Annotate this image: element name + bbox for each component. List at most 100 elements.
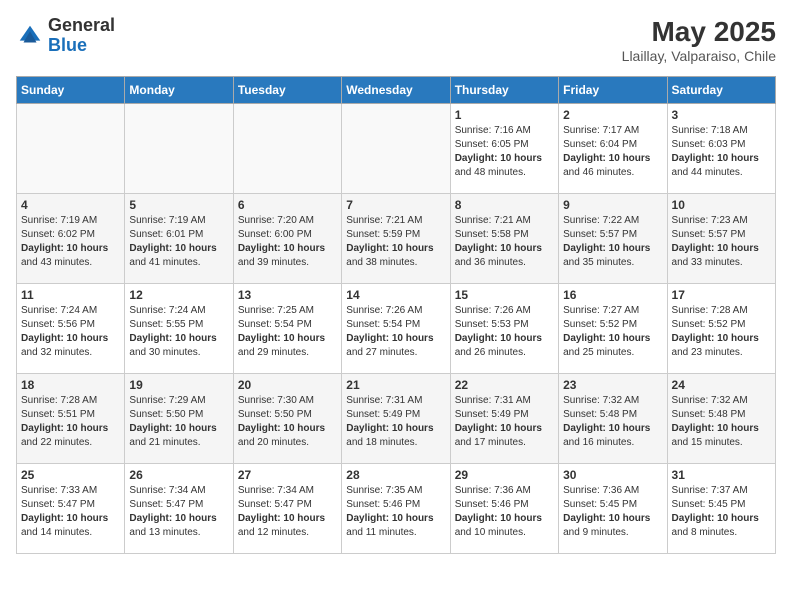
weekday-header-sunday: Sunday	[17, 77, 125, 104]
day-info: Sunrise: 7:33 AMSunset: 5:47 PMDaylight:…	[21, 484, 120, 540]
day-number: 11	[21, 288, 120, 302]
calendar-cell: 18Sunrise: 7:28 AMSunset: 5:51 PMDayligh…	[17, 374, 125, 464]
calendar-cell: 5 Sunrise: 7:19 AMSunset: 6:01 PMDaylight…	[125, 194, 233, 284]
calendar-cell	[233, 104, 341, 194]
day-info: Sunrise: 7:27 AMSunset: 5:52 PMDaylight:…	[563, 304, 662, 360]
calendar-cell: 16 Sunrise: 7:27 AMSunset: 5:52 PMDayligh…	[559, 284, 667, 374]
calendar-cell: 1 Sunrise: 7:16 AMSunset: 6:05 PMDaylight…	[450, 104, 558, 194]
calendar-cell: 11Sunrise: 7:24 AMSunset: 5:56 PMDayligh…	[17, 284, 125, 374]
day-number: 31	[672, 468, 771, 482]
title-block: May 2025 Llaillay, Valparaiso, Chile	[622, 16, 776, 64]
day-info: Sunrise: 7:19 AMSunset: 6:02 PMDaylight:…	[21, 214, 120, 270]
calendar-title: May 2025	[622, 16, 776, 48]
day-number: 20	[238, 378, 337, 392]
calendar-cell: 13 Sunrise: 7:25 AMSunset: 5:54 PMDayligh…	[233, 284, 341, 374]
calendar-cell: 24 Sunrise: 7:32 AMSunset: 5:48 PMDayligh…	[667, 374, 775, 464]
day-number: 22	[455, 378, 554, 392]
day-info: Sunrise: 7:24 AMSunset: 5:55 PMDaylight:…	[129, 304, 228, 360]
day-number: 13	[238, 288, 337, 302]
day-info: Sunrise: 7:34 AMSunset: 5:47 PMDaylight:…	[238, 484, 337, 540]
day-info: Sunrise: 7:36 AMSunset: 5:45 PMDaylight:…	[563, 484, 662, 540]
calendar-cell: 23 Sunrise: 7:32 AMSunset: 5:48 PMDayligh…	[559, 374, 667, 464]
day-number: 24	[672, 378, 771, 392]
calendar-cell: 31Sunrise: 7:37 AMSunset: 5:45 PMDayligh…	[667, 464, 775, 554]
week-row-4: 18Sunrise: 7:28 AMSunset: 5:51 PMDayligh…	[17, 374, 776, 464]
calendar-cell: 9 Sunrise: 7:22 AMSunset: 5:57 PMDaylight…	[559, 194, 667, 284]
day-info: Sunrise: 7:23 AMSunset: 5:57 PMDaylight:…	[672, 214, 771, 270]
day-number: 9	[563, 198, 662, 212]
logo: General Blue	[16, 16, 115, 56]
day-info: Sunrise: 7:34 AMSunset: 5:47 PMDaylight:…	[129, 484, 228, 540]
calendar-cell: 30 Sunrise: 7:36 AMSunset: 5:45 PMDayligh…	[559, 464, 667, 554]
week-row-3: 11Sunrise: 7:24 AMSunset: 5:56 PMDayligh…	[17, 284, 776, 374]
day-info: Sunrise: 7:21 AMSunset: 5:59 PMDaylight:…	[346, 214, 445, 270]
calendar-cell: 21 Sunrise: 7:31 AMSunset: 5:49 PMDayligh…	[342, 374, 450, 464]
weekday-header-tuesday: Tuesday	[233, 77, 341, 104]
calendar-cell: 14 Sunrise: 7:26 AMSunset: 5:54 PMDayligh…	[342, 284, 450, 374]
day-info: Sunrise: 7:36 AMSunset: 5:46 PMDaylight:…	[455, 484, 554, 540]
day-info: Sunrise: 7:25 AMSunset: 5:54 PMDaylight:…	[238, 304, 337, 360]
day-number: 6	[238, 198, 337, 212]
week-row-2: 4Sunrise: 7:19 AMSunset: 6:02 PMDaylight…	[17, 194, 776, 284]
weekday-header-friday: Friday	[559, 77, 667, 104]
day-info: Sunrise: 7:29 AMSunset: 5:50 PMDaylight:…	[129, 394, 228, 450]
weekday-header-thursday: Thursday	[450, 77, 558, 104]
day-info: Sunrise: 7:22 AMSunset: 5:57 PMDaylight:…	[563, 214, 662, 270]
day-number: 7	[346, 198, 445, 212]
calendar-body: 1 Sunrise: 7:16 AMSunset: 6:05 PMDaylight…	[17, 104, 776, 554]
day-number: 14	[346, 288, 445, 302]
week-row-5: 25 Sunrise: 7:33 AMSunset: 5:47 PMDayligh…	[17, 464, 776, 554]
day-info: Sunrise: 7:26 AMSunset: 5:54 PMDaylight:…	[346, 304, 445, 360]
calendar-cell: 15Sunrise: 7:26 AMSunset: 5:53 PMDayligh…	[450, 284, 558, 374]
day-number: 19	[129, 378, 228, 392]
calendar-cell: 25 Sunrise: 7:33 AMSunset: 5:47 PMDayligh…	[17, 464, 125, 554]
week-row-1: 1 Sunrise: 7:16 AMSunset: 6:05 PMDaylight…	[17, 104, 776, 194]
day-number: 18	[21, 378, 120, 392]
day-number: 12	[129, 288, 228, 302]
day-number: 5	[129, 198, 228, 212]
logo-general-text: General	[48, 15, 115, 35]
logo-text: General Blue	[48, 16, 115, 56]
day-number: 23	[563, 378, 662, 392]
day-number: 10	[672, 198, 771, 212]
calendar-cell	[17, 104, 125, 194]
calendar-subtitle: Llaillay, Valparaiso, Chile	[622, 48, 776, 64]
day-info: Sunrise: 7:30 AMSunset: 5:50 PMDaylight:…	[238, 394, 337, 450]
day-info: Sunrise: 7:16 AMSunset: 6:05 PMDaylight:…	[455, 124, 554, 180]
day-number: 28	[346, 468, 445, 482]
calendar-cell: 29 Sunrise: 7:36 AMSunset: 5:46 PMDayligh…	[450, 464, 558, 554]
calendar-cell: 12 Sunrise: 7:24 AMSunset: 5:55 PMDayligh…	[125, 284, 233, 374]
day-number: 29	[455, 468, 554, 482]
day-number: 30	[563, 468, 662, 482]
day-number: 15	[455, 288, 554, 302]
calendar-cell: 2Sunrise: 7:17 AMSunset: 6:04 PMDaylight…	[559, 104, 667, 194]
day-info: Sunrise: 7:21 AMSunset: 5:58 PMDaylight:…	[455, 214, 554, 270]
day-info: Sunrise: 7:31 AMSunset: 5:49 PMDaylight:…	[346, 394, 445, 450]
logo-icon	[16, 22, 44, 50]
page-header: General Blue May 2025 Llaillay, Valparai…	[16, 16, 776, 64]
calendar-cell: 19 Sunrise: 7:29 AMSunset: 5:50 PMDayligh…	[125, 374, 233, 464]
day-info: Sunrise: 7:19 AMSunset: 6:01 PMDaylight:…	[129, 214, 228, 270]
day-info: Sunrise: 7:18 AMSunset: 6:03 PMDaylight:…	[672, 124, 771, 180]
day-info: Sunrise: 7:31 AMSunset: 5:49 PMDaylight:…	[455, 394, 554, 450]
calendar-cell	[342, 104, 450, 194]
calendar-cell: 4Sunrise: 7:19 AMSunset: 6:02 PMDaylight…	[17, 194, 125, 284]
calendar-table: SundayMondayTuesdayWednesdayThursdayFrid…	[16, 76, 776, 554]
calendar-cell: 28Sunrise: 7:35 AMSunset: 5:46 PMDayligh…	[342, 464, 450, 554]
day-number: 8	[455, 198, 554, 212]
day-number: 16	[563, 288, 662, 302]
day-info: Sunrise: 7:28 AMSunset: 5:52 PMDaylight:…	[672, 304, 771, 360]
day-number: 25	[21, 468, 120, 482]
day-info: Sunrise: 7:32 AMSunset: 5:48 PMDaylight:…	[672, 394, 771, 450]
day-number: 27	[238, 468, 337, 482]
day-number: 21	[346, 378, 445, 392]
calendar-cell: 3Sunrise: 7:18 AMSunset: 6:03 PMDaylight…	[667, 104, 775, 194]
day-info: Sunrise: 7:32 AMSunset: 5:48 PMDaylight:…	[563, 394, 662, 450]
weekday-header-wednesday: Wednesday	[342, 77, 450, 104]
day-number: 26	[129, 468, 228, 482]
day-info: Sunrise: 7:20 AMSunset: 6:00 PMDaylight:…	[238, 214, 337, 270]
day-info: Sunrise: 7:17 AMSunset: 6:04 PMDaylight:…	[563, 124, 662, 180]
day-number: 1	[455, 108, 554, 122]
calendar-cell	[125, 104, 233, 194]
calendar-cell: 8 Sunrise: 7:21 AMSunset: 5:58 PMDaylight…	[450, 194, 558, 284]
